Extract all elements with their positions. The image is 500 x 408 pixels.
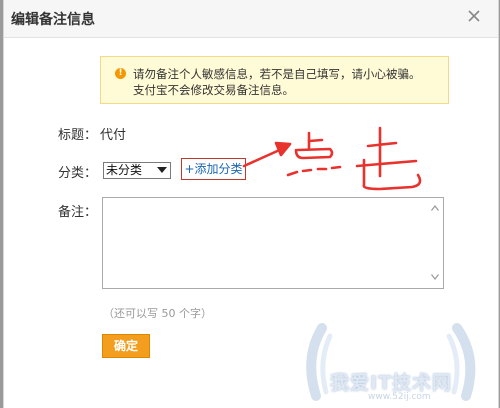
watermark-url: www.52ij.com <box>368 392 431 402</box>
watermark-text: 我爱IT技术网 <box>330 372 453 394</box>
annotation-arrow-head <box>274 141 292 157</box>
